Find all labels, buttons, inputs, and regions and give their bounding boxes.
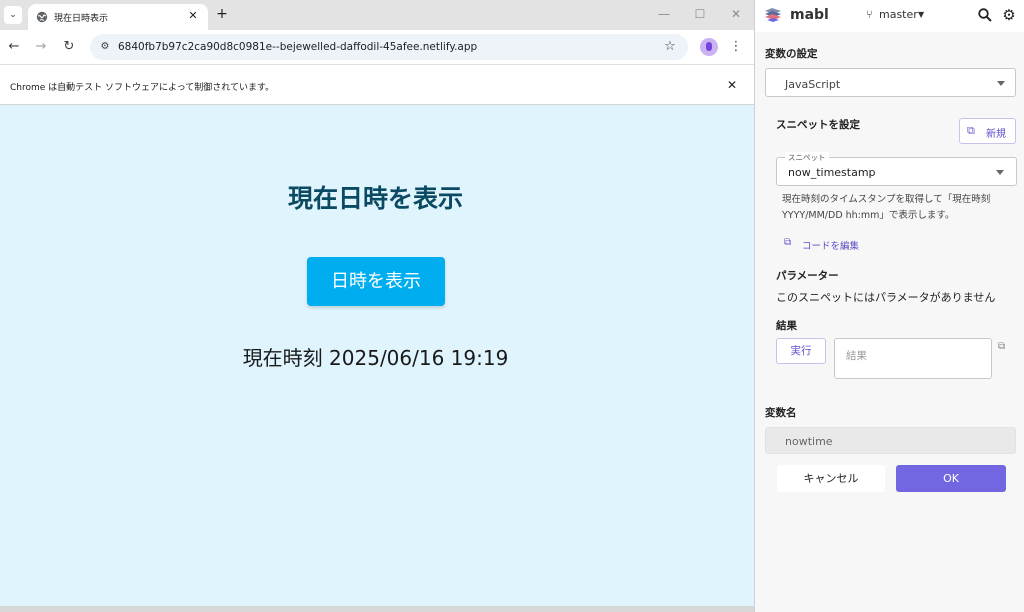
variable-name-value: nowtime: [785, 435, 833, 448]
mabl-panel: mabl ⑂ master ▼ ⚙ 変数の設定 JavaScript スニペット…: [754, 0, 1024, 612]
browser-tab[interactable]: 現在日時表示 ✕: [28, 4, 208, 30]
window-bottom-edge: [0, 606, 754, 612]
mabl-logo-icon: [765, 8, 781, 22]
current-time-text: 現在時刻 2025/06/16 19:19: [242, 346, 509, 370]
result-title: 結果: [776, 320, 797, 332]
new-snippet-label: 新規: [986, 129, 1006, 140]
forward-icon[interactable]: →: [32, 38, 50, 56]
tab-title: 現在日時表示: [54, 14, 109, 24]
snippet-value: now_timestamp: [788, 166, 876, 179]
snippet-field-label: スニペット: [785, 152, 829, 163]
result-placeholder: 結果: [846, 350, 867, 362]
gear-icon[interactable]: ⚙: [1000, 6, 1018, 24]
browser-toolbar: ← → ↻ ⚙ 6840fb7b97c2ca90d8c0981e--bejewe…: [0, 30, 754, 64]
snippet-select[interactable]: スニペット now_timestamp: [776, 152, 1017, 186]
new-snippet-button[interactable]: ⧉ 新規: [959, 118, 1016, 144]
variable-settings-title: 変数の設定: [765, 48, 818, 60]
open-external-icon: ⧉: [967, 124, 975, 137]
new-tab-icon[interactable]: +: [214, 6, 230, 22]
page-title: 現在日時を表示: [287, 184, 463, 213]
parameters-title: パラメーター: [776, 270, 839, 282]
bookmark-star-icon[interactable]: ☆: [662, 39, 678, 55]
search-icon[interactable]: [977, 7, 993, 23]
chevron-down-icon[interactable]: ▼: [918, 10, 924, 19]
panel-body: 変数の設定 JavaScript スニペットを設定 ⧉ 新規 スニペット now…: [755, 32, 1024, 612]
minimize-icon[interactable]: —: [656, 6, 672, 22]
page-viewport: 現在日時を表示 日時を表示 現在時刻 2025/06/16 19:19: [0, 105, 754, 606]
snippet-title: スニペットを設定: [776, 119, 860, 131]
maximize-icon[interactable]: ☐: [692, 6, 708, 22]
address-bar[interactable]: ⚙ 6840fb7b97c2ca90d8c0981e--bejewelled-d…: [90, 34, 688, 60]
edit-code-label: コードを編集: [802, 241, 860, 252]
automation-infobar: Chrome は自動テスト ソフトウェアによって制御されています。 ✕: [0, 64, 754, 105]
variable-name-title: 変数名: [765, 407, 797, 419]
url-text[interactable]: 6840fb7b97c2ca90d8c0981e--bejewelled-daf…: [118, 41, 477, 53]
cancel-button[interactable]: キャンセル: [777, 465, 885, 492]
reload-icon[interactable]: ↻: [60, 38, 78, 56]
chevron-down-icon: [996, 170, 1004, 175]
no-parameters-text: このスニペットにはパラメータがありません: [776, 291, 996, 304]
tab-search-icon[interactable]: ⌄: [4, 6, 22, 24]
infobar-close-icon[interactable]: ✕: [724, 77, 740, 93]
automation-notice: Chrome は自動テスト ソフトウェアによって制御されています。: [10, 83, 275, 93]
tab-strip: ⌄ 現在日時表示 ✕ + — ☐ ✕: [0, 0, 754, 30]
variable-name-input[interactable]: nowtime: [765, 427, 1016, 454]
variable-type-select[interactable]: JavaScript: [765, 68, 1016, 97]
snippet-description: 現在時刻のタイムスタンプを取得して「現在時刻 YYYY/MM/DD hh:mm」…: [782, 194, 991, 221]
extension-icon[interactable]: [700, 38, 718, 56]
close-tab-icon[interactable]: ✕: [186, 9, 200, 23]
browser-window: ⌄ 現在日時表示 ✕ + — ☐ ✕ ← → ↻ ⚙ 6840fb7b97c2c…: [0, 0, 754, 612]
more-menu-icon[interactable]: ⋮: [728, 38, 744, 56]
open-external-icon: ⧉: [784, 237, 792, 248]
result-field[interactable]: 結果: [834, 338, 992, 379]
mabl-header: mabl ⑂ master ▼ ⚙: [755, 0, 1024, 32]
site-info-icon[interactable]: ⚙: [98, 40, 112, 54]
back-icon[interactable]: ←: [5, 38, 23, 56]
run-button[interactable]: 実行: [776, 338, 826, 364]
app-name: mabl: [790, 7, 829, 23]
branch-selector[interactable]: master: [879, 8, 918, 21]
ok-button[interactable]: OK: [896, 465, 1006, 492]
show-datetime-button[interactable]: 日時を表示: [307, 257, 445, 306]
branch-icon[interactable]: ⑂: [866, 9, 878, 21]
screen: ⌄ 現在日時表示 ✕ + — ☐ ✕ ← → ↻ ⚙ 6840fb7b97c2c…: [0, 0, 1024, 612]
window-close-icon[interactable]: ✕: [728, 6, 744, 22]
variable-type-value: JavaScript: [785, 78, 841, 91]
globe-icon: [36, 11, 48, 23]
open-result-icon[interactable]: ⧉: [998, 341, 1005, 352]
chevron-down-icon: [997, 81, 1005, 86]
